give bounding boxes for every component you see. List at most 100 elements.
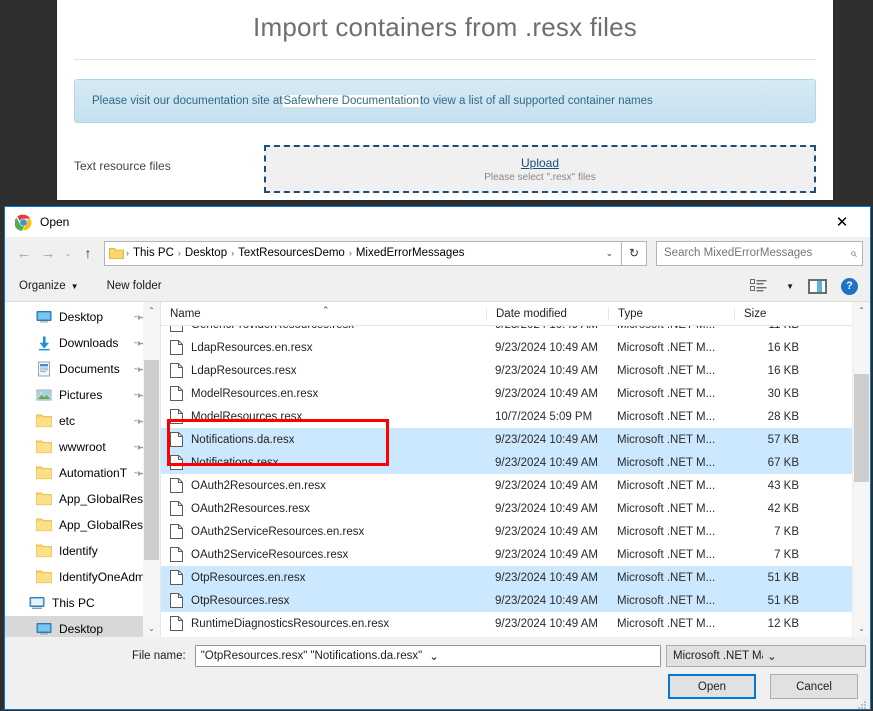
address-bar[interactable]: › This PC › Desktop › TextResourcesDemo … (104, 241, 622, 266)
sidebar-item-etc[interactable]: etc (5, 408, 160, 434)
file-row[interactable]: Notifications.resx9/23/2024 10:49 AMMicr… (161, 451, 852, 474)
new-folder-button[interactable]: New folder (107, 280, 162, 292)
sidebar-item-label: Desktop (59, 310, 103, 324)
file-type-chevron-down-icon: ⌄ (763, 649, 861, 663)
filename-input[interactable]: "OtpResources.resx" "Notifications.da.re… (195, 645, 661, 667)
breadcrumb-item-this-pc[interactable]: This PC (129, 247, 178, 259)
filename-row: File name: "OtpResources.resx" "Notifica… (132, 645, 661, 667)
navigation-sidebar: Desktop DownloadsDocumentsPicturesetcwwwr… (5, 302, 161, 637)
open-button[interactable]: Open (668, 674, 756, 699)
view-options-chevron-down-icon[interactable]: ▼ (786, 282, 794, 291)
search-icon[interactable]: ⌕ (850, 246, 857, 261)
close-icon[interactable]: ✕ (820, 208, 864, 237)
recent-locations-icon[interactable]: ⌄ (60, 249, 76, 258)
alert-prefix-text: Please visit our documentation site at (92, 95, 283, 107)
file-size-cell: 42 KB (734, 503, 810, 515)
refresh-icon[interactable]: ↻ (622, 241, 647, 266)
organize-button[interactable]: Organize ▼ (19, 280, 79, 292)
resx-file-icon (170, 326, 183, 332)
sidebar-scrollbar[interactable]: ⌃ ⌄ (143, 302, 160, 637)
file-name-cell: GenericProviderResources.resx (161, 326, 486, 332)
screenshot-root: Import containers from .resx files Pleas… (0, 0, 873, 711)
preview-pane-icon[interactable] (808, 279, 827, 294)
file-name-text: LdapResources.resx (191, 365, 296, 377)
file-type-select[interactable]: Microsoft .NET Managed Resou ⌄ (666, 645, 866, 667)
file-name-text: ModelResources.en.resx (191, 388, 318, 400)
file-list-scroll-thumb[interactable] (854, 374, 869, 482)
breadcrumb-item-desktop[interactable]: Desktop (181, 247, 231, 259)
dialog-footer: File name: "OtpResources.resx" "Notifica… (5, 637, 870, 709)
file-size-cell: 12 KB (734, 618, 810, 630)
file-size-cell: 7 KB (734, 549, 810, 561)
resx-file-icon (170, 616, 183, 631)
column-header-date-modified[interactable]: Date modified (486, 308, 608, 320)
file-name-text: GenericProviderResources.resx (191, 326, 354, 331)
file-size-cell: 43 KB (734, 480, 810, 492)
file-row[interactable]: ModelResources.resx10/7/2024 5:09 PMMicr… (161, 405, 852, 428)
file-type-cell: Microsoft .NET M... (608, 365, 734, 377)
search-input[interactable] (662, 246, 850, 260)
help-icon[interactable]: ? (841, 278, 858, 295)
file-row[interactable]: OtpResources.en.resx9/23/2024 10:49 AMMi… (161, 566, 852, 589)
file-row[interactable]: RuntimeDiagnosticsResources.en.resx9/23/… (161, 612, 852, 635)
sidebar-item-identifyoneadm[interactable]: IdentifyOneAdm (5, 564, 160, 590)
file-row[interactable]: OtpResources.resx9/23/2024 10:49 AMMicro… (161, 589, 852, 612)
sidebar-item-label: Identify (59, 544, 98, 558)
resx-file-icon (170, 547, 183, 562)
safewhere-documentation-link[interactable]: Safewhere Documentation (283, 95, 421, 107)
sidebar-item-downloads[interactable]: Downloads (5, 330, 160, 356)
breadcrumb-item-mixederrormessages[interactable]: MixedErrorMessages (352, 247, 469, 259)
sidebar-item-wwwroot[interactable]: wwwroot (5, 434, 160, 460)
sidebar-item-this-pc[interactable]: This PC (5, 590, 160, 616)
sidebar-scroll-thumb[interactable] (144, 360, 159, 560)
view-options-icon[interactable] (750, 279, 767, 294)
folder-icon (36, 491, 52, 507)
file-list-scroll-up-icon[interactable]: ⌃ (853, 302, 870, 319)
sidebar-item-automationt[interactable]: AutomationT (5, 460, 160, 486)
file-list-scroll-down-icon[interactable]: ⌄ (853, 620, 870, 637)
dialog-titlebar[interactable]: Open ✕ (5, 207, 870, 237)
file-row[interactable]: Notifications.da.resx9/23/2024 10:49 AMM… (161, 428, 852, 451)
file-row[interactable]: LdapResources.en.resx9/23/2024 10:49 AMM… (161, 336, 852, 359)
forward-icon[interactable]: → (36, 241, 60, 265)
column-header-name[interactable]: Name ⌃ (161, 308, 486, 320)
sidebar-item-documents[interactable]: Documents (5, 356, 160, 382)
back-icon[interactable]: ← (12, 241, 36, 265)
file-row[interactable]: OAuth2ServiceResources.resx9/23/2024 10:… (161, 543, 852, 566)
sidebar-item-pictures[interactable]: Pictures (5, 382, 160, 408)
resize-grip-icon[interactable] (857, 697, 867, 707)
sidebar-item-desktop[interactable]: Desktop (5, 304, 160, 330)
sidebar-item-desktop[interactable]: Desktop (5, 616, 160, 637)
cancel-button[interactable]: Cancel (770, 674, 858, 699)
sidebar-item-app-globalreso[interactable]: App_GlobalReso (5, 486, 160, 512)
chrome-icon (15, 214, 32, 231)
sidebar-item-app-globalreso[interactable]: App_GlobalReso (5, 512, 160, 538)
file-row[interactable]: OAuth2Resources.resx9/23/2024 10:49 AMMi… (161, 497, 852, 520)
sidebar-scroll-down-icon[interactable]: ⌄ (143, 620, 160, 637)
upload-link[interactable]: Upload (521, 156, 559, 170)
resx-file-icon (170, 570, 183, 585)
up-one-level-icon[interactable]: ↑ (76, 241, 100, 265)
file-row[interactable]: LdapResources.resx9/23/2024 10:49 AMMicr… (161, 359, 852, 382)
column-header-type[interactable]: Type (608, 308, 734, 320)
file-type-cell: Microsoft .NET M... (608, 457, 734, 469)
sidebar-item-identify[interactable]: Identify (5, 538, 160, 564)
file-row[interactable]: OAuth2ServiceResources.en.resx9/23/2024 … (161, 520, 852, 543)
breadcrumb-item-textresourcesdemo[interactable]: TextResourcesDemo (234, 247, 349, 259)
file-name-cell: LdapResources.en.resx (161, 340, 486, 355)
file-name-cell: LdapResources.resx (161, 363, 486, 378)
file-name-text: OtpResources.en.resx (191, 572, 305, 584)
file-row[interactable]: ModelResources.en.resx9/23/2024 10:49 AM… (161, 382, 852, 405)
upload-dropzone[interactable]: Upload Please select ".resx" files (264, 145, 816, 193)
resx-file-icon (170, 340, 183, 355)
column-header-size[interactable]: Size (734, 308, 810, 320)
file-row[interactable]: OAuth2Resources.en.resx9/23/2024 10:49 A… (161, 474, 852, 497)
sort-ascending-icon: ⌃ (322, 305, 330, 316)
chevron-down-icon[interactable]: ⌄ (599, 248, 619, 259)
search-box[interactable]: ⌕ (656, 241, 863, 266)
file-list-scrollbar[interactable]: ⌃ ⌄ (852, 302, 870, 637)
sidebar-scroll-up-icon[interactable]: ⌃ (143, 302, 160, 319)
file-row[interactable]: GenericProviderResources.resx9/23/2024 1… (161, 326, 852, 336)
filename-chevron-down-icon[interactable]: ⌄ (425, 649, 658, 663)
filename-value: "OtpResources.resx" "Notifications.da.re… (201, 650, 426, 662)
